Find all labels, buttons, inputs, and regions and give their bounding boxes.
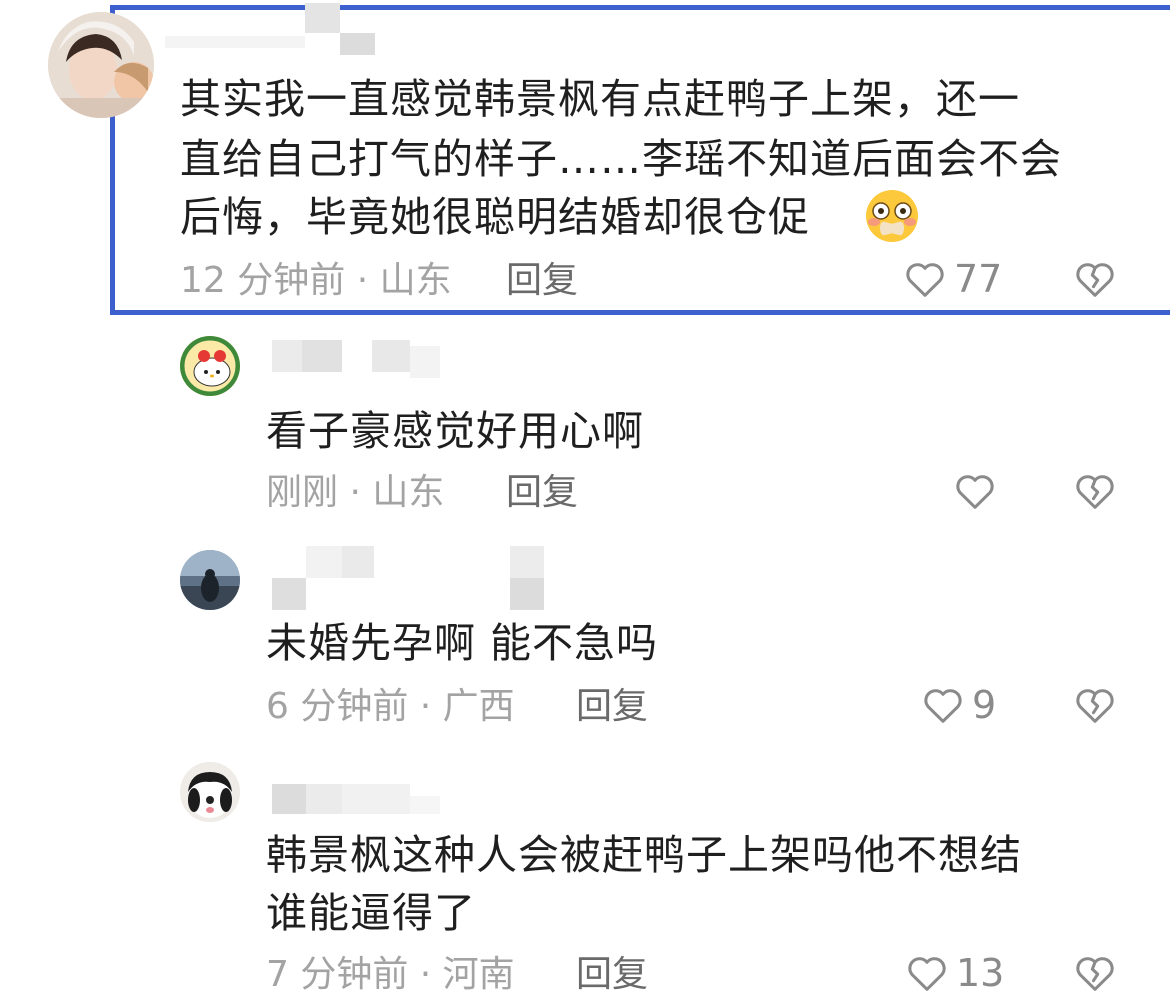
username-blur: [372, 340, 410, 372]
comment-text-line: 未婚先孕啊 能不急吗: [266, 619, 659, 667]
username-blur: [302, 340, 342, 372]
avatar[interactable]: [48, 12, 154, 118]
comment-text-line: 直给自己打气的样子……李瑶不知道后面会不会: [180, 135, 1062, 183]
like-button[interactable]: 77: [902, 256, 1002, 302]
comment-text-line: 谁能逼得了: [266, 889, 476, 937]
reply-button[interactable]: 回复: [576, 952, 648, 998]
reply-button[interactable]: 回复: [506, 470, 578, 516]
username-blur: [410, 346, 440, 378]
like-count: 13: [956, 951, 1005, 995]
dislike-button[interactable]: [1072, 682, 1118, 732]
broken-heart-icon: [1072, 263, 1118, 306]
timestamp-location: 12 分钟前 · 山东: [180, 260, 452, 301]
comment-text-line: 其实我一直感觉韩景枫有点赶鸭子上架，还一: [180, 75, 1020, 123]
avatar[interactable]: [180, 336, 240, 396]
like-count: 9: [972, 683, 997, 727]
username-blur[interactable]: [305, 3, 340, 33]
timestamp-location: 7 分钟前 · 河南: [266, 954, 515, 995]
broken-heart-icon: [1072, 957, 1118, 1000]
dislike-button[interactable]: [1072, 468, 1118, 518]
heart-outline-icon: [952, 468, 998, 514]
username-blur: [165, 36, 305, 48]
reply-button[interactable]: 回复: [506, 258, 578, 304]
like-button[interactable]: 9: [920, 682, 996, 728]
username-blur: [410, 796, 440, 814]
username-blur: [306, 546, 342, 578]
avatar[interactable]: [180, 550, 240, 610]
username-blur: [342, 784, 410, 814]
timestamp-location: 6 分钟前 · 广西: [266, 686, 515, 727]
username-blur: [342, 546, 374, 578]
avatar[interactable]: [180, 762, 240, 822]
username-blur: [510, 578, 544, 610]
dislike-button[interactable]: [1072, 256, 1118, 306]
heart-outline-icon: [920, 682, 966, 728]
timestamp-location: 刚刚 · 山东: [266, 472, 445, 513]
heart-outline-icon: [904, 950, 950, 996]
username-blur: [340, 33, 375, 55]
username-blur[interactable]: [272, 578, 306, 610]
like-count: 77: [954, 257, 1003, 301]
reply-button[interactable]: 回复: [576, 684, 648, 730]
comment-text-line: 后悔，毕竟她很聪明结婚却很仓促: [180, 193, 810, 241]
broken-heart-icon: [1072, 689, 1118, 732]
comment-text-line: 看子豪感觉好用心啊: [266, 407, 644, 455]
username-blur[interactable]: [272, 784, 306, 814]
flushed-face-emoji: [862, 188, 922, 244]
username-blur: [306, 784, 342, 814]
heart-outline-icon: [902, 256, 948, 302]
username-blur[interactable]: [272, 340, 302, 372]
broken-heart-icon: [1072, 475, 1118, 518]
like-button[interactable]: [952, 468, 1004, 514]
comment-text-line: 韩景枫这种人会被赶鸭子上架吗他不想结: [266, 831, 1022, 879]
like-button[interactable]: 13: [904, 950, 1004, 996]
username-blur: [510, 546, 544, 578]
